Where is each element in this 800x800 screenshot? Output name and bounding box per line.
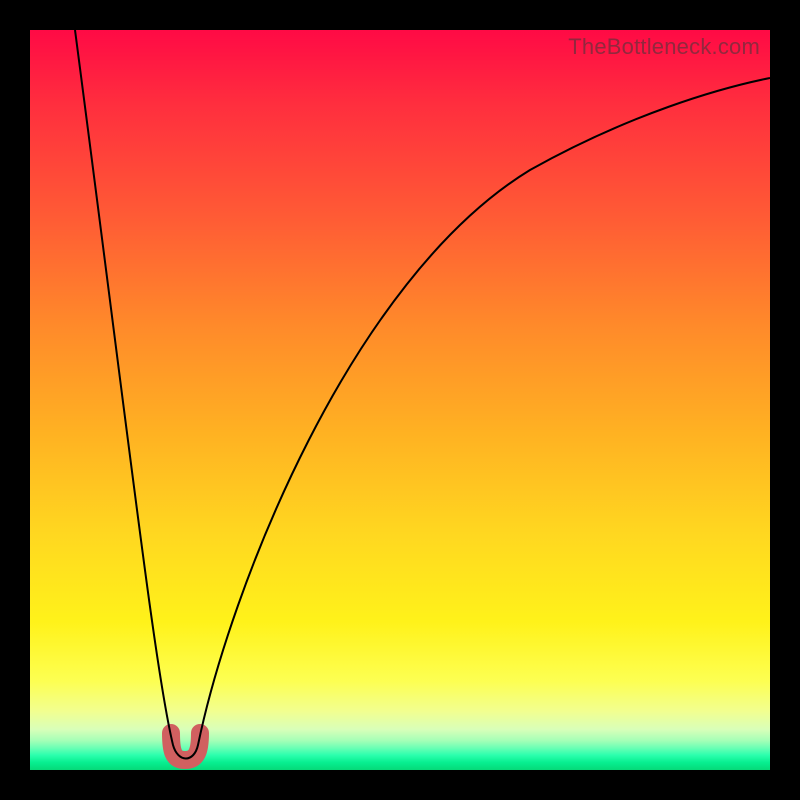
curve-path <box>75 30 770 759</box>
chart-frame: TheBottleneck.com <box>0 0 800 800</box>
attribution-watermark: TheBottleneck.com <box>568 34 760 60</box>
plot-area: TheBottleneck.com <box>30 30 770 770</box>
bottleneck-curve <box>30 30 770 770</box>
minimum-marker <box>171 733 200 760</box>
